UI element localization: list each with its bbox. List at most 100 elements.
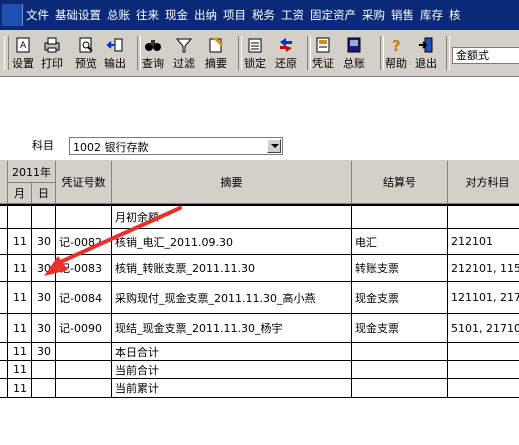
cell-day: 30 <box>32 255 56 282</box>
cell-month: 11 <box>8 361 32 379</box>
voucher-icon <box>316 37 330 53</box>
cell-voucher[interactable] <box>56 343 112 361</box>
cell-settlement: 电汇 <box>352 229 448 255</box>
lock-icon <box>248 38 262 53</box>
cell-month: 11 <box>8 229 32 255</box>
chevron-down-icon[interactable] <box>267 139 281 153</box>
toolbar-label: 设置 <box>12 57 34 70</box>
row-indicator[interactable] <box>0 229 8 255</box>
toolbar-label: 输出 <box>104 57 126 70</box>
toolbar-button-5[interactable]: 查询 <box>142 34 164 72</box>
row-indicator[interactable] <box>0 379 8 398</box>
cell-settlement <box>352 361 448 379</box>
cell-day: 30 <box>32 282 56 314</box>
cell-summary: 核销_电汇_2011.09.30 <box>112 229 352 255</box>
column-header[interactable]: 对方科目 <box>448 161 519 204</box>
cell-voucher[interactable]: 记-0090 <box>56 314 112 343</box>
column-header[interactable]: 摘要 <box>112 161 352 204</box>
cell-settlement <box>352 379 448 398</box>
menu-item[interactable]: 库存 <box>420 7 443 23</box>
toolbar-grip[interactable] <box>4 36 9 70</box>
format-select[interactable]: 金额式 <box>452 47 519 64</box>
toolbar-button-11[interactable]: 总账 <box>343 34 365 72</box>
toolbar-button-9[interactable]: 还原 <box>275 34 297 72</box>
menu-item[interactable]: 现金 <box>165 7 188 23</box>
cell-voucher[interactable]: 记-0082 <box>56 229 112 255</box>
menu-item[interactable]: 项目 <box>223 7 246 23</box>
menu-item[interactable]: 税务 <box>252 7 275 23</box>
cell-summary: 当前合计 <box>112 361 352 379</box>
menu-item[interactable]: 基础设置 <box>55 7 101 23</box>
cell-summary: 当前累计 <box>112 379 352 398</box>
menu-item[interactable]: 往来 <box>136 7 159 23</box>
cell-counter-account: 212101, 1151 <box>448 255 519 282</box>
menu-item[interactable]: 销售 <box>391 7 414 23</box>
cell-counter-account: 212101 <box>448 229 519 255</box>
cell-settlement <box>352 343 448 361</box>
menu-item[interactable]: 总账 <box>107 7 130 23</box>
toolbar-button-4[interactable]: 输出 <box>104 34 126 72</box>
toolbar-button-8[interactable]: 锁定 <box>244 34 266 72</box>
column-header[interactable]: 结算号 <box>352 161 448 204</box>
toolbar-button-2[interactable]: 打印 <box>41 34 63 72</box>
cell-day: 30 <box>32 314 56 343</box>
cell-settlement: 现金支票 <box>352 314 448 343</box>
subject-select[interactable]: 1002 银行存款 <box>69 137 283 155</box>
cell-voucher[interactable] <box>56 206 112 229</box>
toolbar-label: 总账 <box>343 57 365 70</box>
toolbar-button-13[interactable]: 退出 <box>415 34 437 72</box>
toolbar-label: 过滤 <box>173 57 195 70</box>
toolbar-label: 摘要 <box>205 57 227 70</box>
cell-settlement: 转账支票 <box>352 255 448 282</box>
menu-item[interactable]: 核 <box>449 7 461 23</box>
settings-icon: A <box>16 37 30 53</box>
row-indicator[interactable] <box>0 206 8 229</box>
cell-counter-account <box>448 361 519 379</box>
printer-icon <box>44 37 60 53</box>
menu-item[interactable]: 文件 <box>26 7 49 23</box>
exit-icon <box>419 37 433 53</box>
toolbar-label: 锁定 <box>244 57 266 70</box>
summary-icon <box>209 36 224 53</box>
menu-item[interactable]: 固定资产 <box>310 7 356 23</box>
cell-month: 11 <box>8 314 32 343</box>
menu-bar: 文件 基础设置 总账 往来 现金 出纳 项目 税务 工资 固定资产 采购 销售 库存核 <box>0 0 519 30</box>
cell-counter-account <box>448 206 519 229</box>
toolbar-label: 查询 <box>142 57 164 70</box>
cell-month: 11 <box>8 343 32 361</box>
toolbar-separator <box>380 36 384 70</box>
svg-text:?: ? <box>392 37 401 54</box>
cell-month <box>8 206 32 229</box>
cell-counter-account: 5101, 2171010 <box>448 314 519 343</box>
row-indicator[interactable] <box>0 282 8 314</box>
toolbar: A 设置 打印 预览 输出 查询 过滤 摘要 锁定 还原 凭证 总账 ? 帮助 退出 <box>0 30 519 77</box>
column-header[interactable]: 凭证号数 <box>56 161 112 204</box>
row-indicator[interactable] <box>0 314 8 343</box>
month-header: 月 <box>8 183 32 204</box>
cell-voucher[interactable] <box>56 361 112 379</box>
toolbar-button-6[interactable]: 过滤 <box>173 34 195 72</box>
cell-voucher[interactable]: 记-0084 <box>56 282 112 314</box>
toolbar-button-3[interactable]: 预览 <box>75 34 97 72</box>
toolbar-separator <box>446 36 450 70</box>
toolbar-button-7[interactable]: 摘要 <box>205 34 227 72</box>
row-indicator[interactable] <box>0 255 8 282</box>
cell-voucher[interactable] <box>56 379 112 398</box>
toolbar-separator <box>137 36 141 70</box>
binoculars-icon <box>145 40 161 51</box>
menu-item[interactable]: 采购 <box>362 7 385 23</box>
cell-day <box>32 379 56 398</box>
cell-counter-account <box>448 343 519 361</box>
cell-voucher[interactable]: 记-0083 <box>56 255 112 282</box>
row-indicator[interactable] <box>0 361 8 379</box>
cell-counter-account: 121101, 21710 <box>448 282 519 314</box>
menu-item[interactable]: 工资 <box>281 7 304 23</box>
subject-value: 1002 银行存款 <box>73 141 149 154</box>
toolbar-button-12[interactable]: ? 帮助 <box>385 34 407 72</box>
toolbar-button-1[interactable]: A 设置 <box>12 34 34 72</box>
menu-item[interactable]: 出纳 <box>194 7 217 23</box>
toolbar-label: 打印 <box>41 57 63 70</box>
row-indicator[interactable] <box>0 343 8 361</box>
svg-text:A: A <box>20 41 27 51</box>
toolbar-button-10[interactable]: 凭证 <box>312 34 334 72</box>
